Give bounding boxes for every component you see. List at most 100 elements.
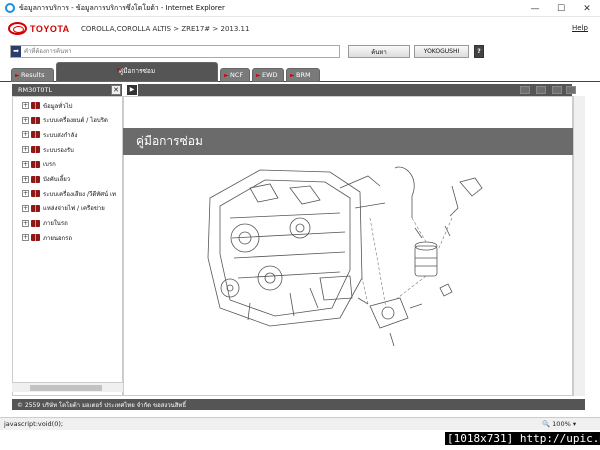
content-vertical-scrollbar[interactable] [573,96,585,396]
book-icon [31,102,40,109]
browser-statusbar: javascript:void(0); 🔍 100% ▾ [0,417,600,430]
expand-plus-icon[interactable]: + [22,131,29,139]
close-window-button[interactable]: ✕ [574,0,600,17]
tree-item-label: แหล่งจ่ายไฟ / เครือข่าย [43,205,105,213]
book-icon [31,190,40,198]
tree-horizontal-scrollbar[interactable] [12,382,123,392]
expand-plus-icon[interactable]: + [22,146,29,154]
tree-item-label: ภายในรถ [43,220,68,228]
book-icon [31,116,40,124]
engine-block-drawing [207,169,386,327]
tree-item[interactable]: + เบรก [22,159,56,170]
toyota-wordmark: TOYOTA [30,23,70,34]
expand-plus-icon[interactable]: + [22,234,29,242]
book-icon [31,160,40,168]
tab-ncf[interactable]: ► NCF [220,68,250,82]
expand-plus-icon[interactable]: + [22,116,29,124]
window-titlebar: ข้อมูลการบริการ - ข้อมูลการบริการซึ่งโตโ… [0,0,600,17]
tab-brm[interactable]: ► BRM [286,68,320,82]
tab-repair-manual[interactable]: ► คู่มือการซ่อม [56,62,218,82]
status-url: javascript:void(0); [4,420,64,428]
tree-item[interactable]: + ระบบเครื่องยนต์ / ไฮบริด [22,115,108,126]
expand-plus-icon[interactable]: + [22,219,29,227]
help-link[interactable]: Help [572,24,588,32]
book-icon [31,234,40,242]
zoom-control[interactable]: 🔍 100% ▾ [542,420,576,428]
maximize-button[interactable]: ☐ [548,0,574,17]
toolbar-print-button[interactable] [520,86,530,94]
search-row: ➡ ค้นหา YOKOGUSHI ? [0,43,600,61]
tab-label: NCF [230,71,244,79]
tab-label: Results [21,71,45,79]
yokogushi-button[interactable]: YOKOGUSHI [414,45,469,58]
expand-plus-icon[interactable]: + [22,175,29,183]
tree-item-label: บังคับเลี้ยว [43,176,71,183]
tab-ewd[interactable]: ► EWD [252,68,284,82]
tree-item[interactable]: + ระบบเครื่องเสียง /วีดีทัศน์ เท [22,188,116,199]
window-title: ข้อมูลการบริการ - ข้อมูลการบริการซึ่งโตโ… [19,3,225,12]
search-box: ➡ [10,45,340,58]
triangle-right-icon: ► [224,71,229,79]
tab-label: BRM [296,71,311,79]
expand-plus-icon[interactable]: + [22,160,29,168]
tree-item-label: ระบบรองรับ [43,146,74,154]
window-controls: — ☐ ✕ [522,0,600,17]
tree-item-label: ข้อมูลทั่วไป [43,102,73,110]
minimize-button[interactable]: — [522,0,548,17]
triangle-right-icon: ► [15,71,20,79]
tab-label: คู่มือการซ่อม [118,67,156,75]
tree-item[interactable]: + ภายในรถ [22,218,68,229]
tab-bar: ► Results ► คู่มือการซ่อม ► NCF ► EWD ► … [0,62,600,82]
next-arrow-button[interactable]: ▶ [127,85,137,95]
tree-item[interactable]: + บังคับเลี้ยว [22,174,70,185]
search-input[interactable] [21,46,333,57]
toyota-emblem-icon [8,22,27,35]
copyright-footer: © 2559 บริษัท โตโยต้า มอเตอร์ ประเทศไทย … [12,399,585,410]
leader-lines [361,217,453,309]
expand-plus-icon[interactable]: + [22,190,29,198]
zoom-icon: 🔍 [542,420,551,428]
manual-banner-title: คู่มือการซ่อม [123,128,573,155]
tab-label: EWD [262,71,278,79]
book-icon [31,219,40,227]
book-icon [31,175,40,183]
vehicle-breadcrumb: COROLLA,COROLLA ALTIS > ZRE17# > 2013.11 [81,25,250,33]
triangle-right-icon: ► [256,71,261,79]
expand-plus-icon[interactable]: + [22,102,29,109]
close-panel-button[interactable]: ✕ [111,85,121,95]
toolbar-forward-button[interactable] [566,86,576,94]
content-toolbar [138,84,576,96]
help-button[interactable]: ? [474,45,484,58]
search-button[interactable]: ค้นหา [348,45,410,58]
tree-item-label: เบรก [43,161,56,169]
manual-tree [12,96,123,396]
tab-results[interactable]: ► Results [11,68,54,82]
tree-item-label: ระบบเครื่องเสียง /วีดีทัศน์ เท [43,190,117,198]
arrow-right-icon: ➡ [11,46,21,57]
tree-item-label: ระบบส่งกำลัง [43,131,78,139]
oil-filter-parts-drawing [357,166,483,347]
site-header: TOYOTA COROLLA,COROLLA ALTIS > ZRE17# > … [0,17,600,41]
tree-item[interactable]: + ระบบรองรับ [22,144,74,155]
book-icon [31,146,40,154]
book-icon [31,131,40,139]
left-panel-title: RM30T0TL [12,84,122,96]
book-icon [31,204,40,212]
internet-explorer-icon [5,3,15,13]
tree-item[interactable]: + ภายนอกรถ [22,232,72,243]
tree-item[interactable]: + ข้อมูลทั่วไป [22,100,73,111]
zoom-level: 100% [552,420,571,428]
tree-item[interactable]: + แหล่งจ่ายไฟ / เครือข่าย [22,203,105,214]
toolbar-back-button[interactable] [552,86,562,94]
toyota-logo: TOYOTA [8,22,70,35]
tree-item-label: ภายนอกรถ [43,234,73,242]
toolbar-copy-button[interactable] [536,86,546,94]
scrollbar-thumb[interactable] [30,385,102,391]
tree-item-label: ระบบเครื่องยนต์ / ไฮบริด [43,117,108,125]
image-watermark: [1018x731] http://upic.me/ [445,432,600,445]
triangle-right-icon: ► [117,66,122,73]
triangle-right-icon: ► [290,71,295,79]
expand-plus-icon[interactable]: + [22,204,29,212]
engine-diagram [207,166,483,347]
tree-item[interactable]: + ระบบส่งกำลัง [22,129,77,140]
